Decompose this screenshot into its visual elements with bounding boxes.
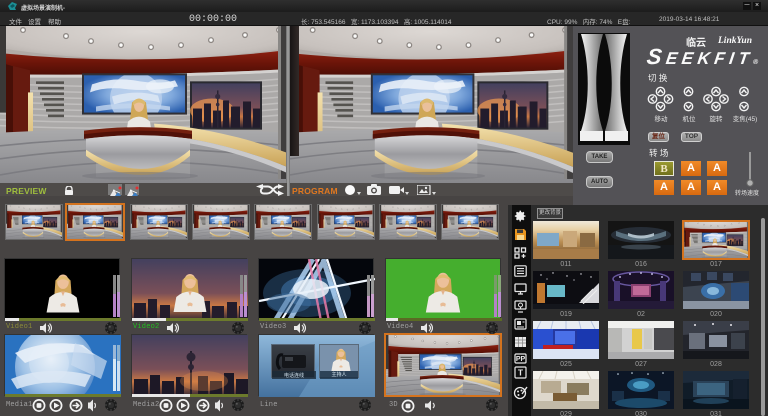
svg-text:T: T <box>518 368 524 378</box>
svg-text:电话连线: 电话连线 <box>284 372 304 379</box>
svg-text:PP: PP <box>516 356 526 363</box>
